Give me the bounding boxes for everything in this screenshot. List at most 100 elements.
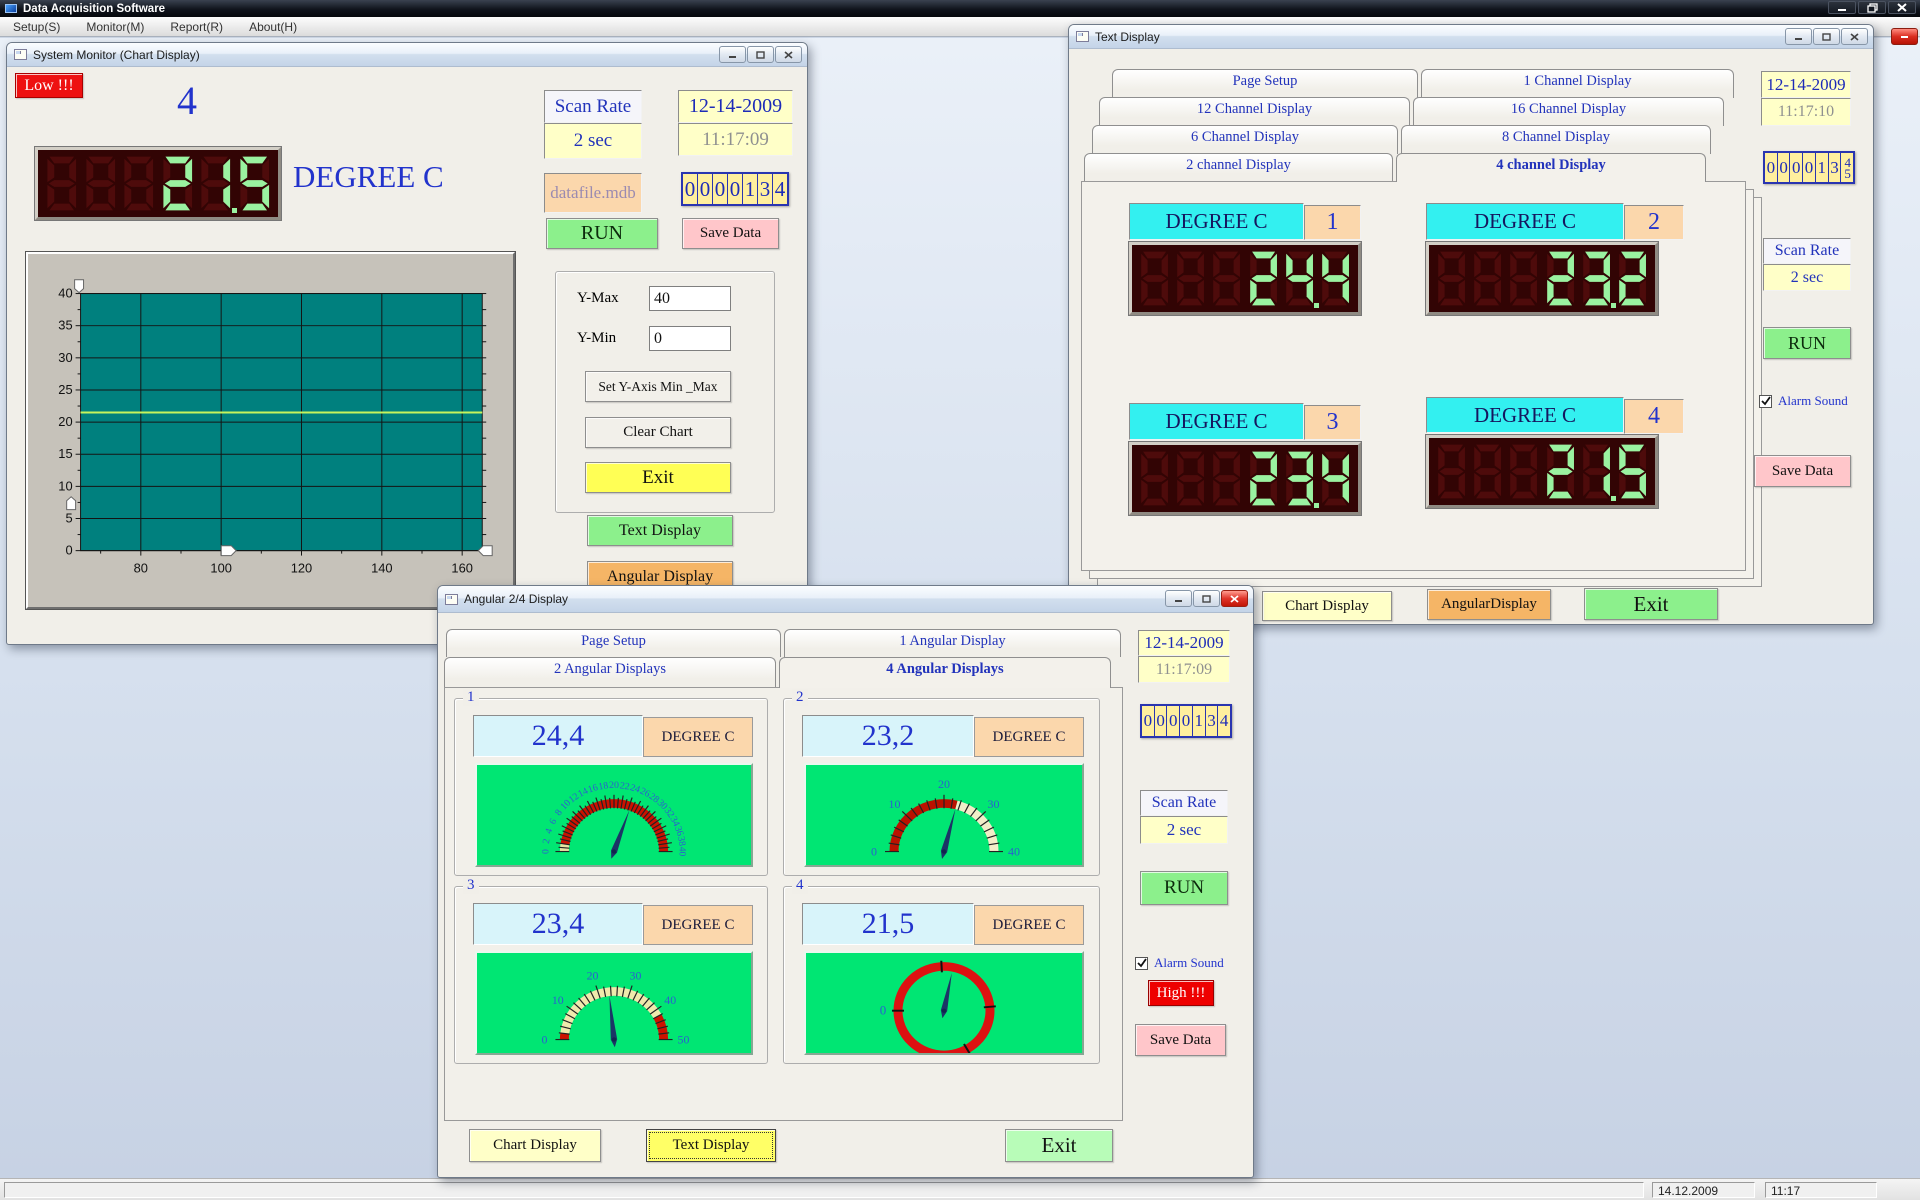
run-button[interactable]: RUN bbox=[1140, 871, 1228, 905]
menu-setup[interactable]: Setup(S) bbox=[0, 18, 73, 36]
alarm-sound-checkbox[interactable] bbox=[1135, 956, 1148, 970]
save-data-button[interactable]: Save Data bbox=[1754, 455, 1851, 487]
sample-counter: 0 0 0 0 1 3 4 bbox=[681, 172, 789, 206]
tab-2-angular[interactable]: 2 Angular Displays bbox=[444, 657, 776, 688]
close-button[interactable] bbox=[775, 46, 802, 63]
text-window-titlebar[interactable]: Text Display bbox=[1069, 25, 1873, 49]
time-field: 11:17:09 bbox=[1138, 656, 1230, 683]
tab-1-channel[interactable]: 1 Channel Display bbox=[1421, 69, 1734, 98]
unit-label: DEGREE C bbox=[293, 159, 444, 194]
tab-16-channel[interactable]: 16 Channel Display bbox=[1413, 97, 1724, 126]
counter-digit: 0 bbox=[1803, 153, 1816, 182]
gauge-group-2: 2 23,2 DEGREE C 0 10 20 30 40 bbox=[783, 689, 1100, 876]
svg-text:50: 50 bbox=[678, 1034, 690, 1047]
run-button[interactable]: RUN bbox=[1763, 327, 1851, 359]
angular-window-title: Angular 2/4 Display bbox=[464, 592, 569, 606]
app-restore-button[interactable] bbox=[1858, 1, 1886, 14]
minimize-button[interactable] bbox=[719, 46, 746, 63]
alarm-sound-checkbox[interactable] bbox=[1759, 394, 1772, 408]
alarm-sound-label: Alarm Sound bbox=[1778, 393, 1848, 408]
clear-chart-button[interactable]: Clear Chart bbox=[585, 417, 731, 448]
tab-page-setup[interactable]: Page Setup bbox=[1112, 69, 1418, 98]
alarm-sound-row: Alarm Sound bbox=[1135, 955, 1224, 971]
y-max-input[interactable] bbox=[649, 286, 731, 311]
menu-about[interactable]: About(H) bbox=[236, 18, 310, 36]
channel-unit-label: DEGREE C bbox=[1426, 203, 1624, 240]
alarm-sound-label: Alarm Sound bbox=[1154, 955, 1224, 970]
svg-text:20: 20 bbox=[587, 970, 599, 983]
app-icon bbox=[5, 4, 17, 13]
exit-button[interactable]: Exit bbox=[1005, 1129, 1113, 1162]
svg-text:0: 0 bbox=[540, 849, 551, 854]
channel-led-display bbox=[1129, 242, 1361, 315]
maximize-button[interactable] bbox=[1193, 590, 1220, 607]
maximize-button[interactable] bbox=[1813, 28, 1840, 45]
run-button[interactable]: RUN bbox=[546, 218, 658, 249]
gauge-group-number: 1 bbox=[463, 689, 479, 706]
counter-digit: 0 bbox=[1154, 706, 1168, 736]
angular-display-window: Angular 2/4 Display Page Setup 1 Angular… bbox=[437, 585, 1254, 1178]
tab-8-channel[interactable]: 8 Channel Display bbox=[1401, 125, 1711, 154]
minimize-button[interactable] bbox=[1165, 590, 1192, 607]
chart-display-window: System Monitor (Chart Display) Low !!! 4… bbox=[6, 42, 808, 645]
set-axis-button[interactable]: Set Y-Axis Min _Max bbox=[585, 371, 731, 402]
close-button[interactable] bbox=[1841, 28, 1868, 45]
channel-unit-label: DEGREE C bbox=[1129, 203, 1304, 240]
tab-2-channel[interactable]: 2 channel Display bbox=[1084, 153, 1393, 182]
gauge-unit: DEGREE C bbox=[643, 717, 753, 757]
angular-display-button[interactable]: AngularDisplay bbox=[1427, 589, 1551, 620]
angular-window-titlebar[interactable]: Angular 2/4 Display bbox=[438, 586, 1253, 613]
maximize-button[interactable] bbox=[747, 46, 774, 63]
exit-button[interactable]: Exit bbox=[1584, 588, 1718, 620]
svg-text:40: 40 bbox=[1008, 846, 1020, 859]
svg-text:0: 0 bbox=[871, 846, 877, 859]
counter-digit: 0 bbox=[683, 174, 698, 204]
svg-text:10: 10 bbox=[889, 798, 901, 811]
text-display-button[interactable]: Text Display bbox=[646, 1129, 776, 1162]
save-data-button[interactable]: Save Data bbox=[1135, 1024, 1226, 1056]
svg-text:20: 20 bbox=[938, 778, 950, 791]
svg-text:18: 18 bbox=[598, 780, 610, 792]
counter-digit: 0 bbox=[1777, 153, 1791, 182]
counter-digit: 0 bbox=[1765, 153, 1778, 182]
tab-4-angular[interactable]: 4 Angular Displays bbox=[779, 657, 1111, 688]
app-close-button[interactable] bbox=[1888, 1, 1916, 14]
main-titlebar[interactable]: Data Acquisition Software bbox=[0, 0, 1920, 17]
channel-number-badge: 1 bbox=[1304, 205, 1361, 240]
gauge-value: 21,5 bbox=[802, 903, 974, 945]
tab-1-angular[interactable]: 1 Angular Display bbox=[784, 629, 1121, 657]
close-button[interactable] bbox=[1221, 590, 1248, 607]
chart-display-button[interactable]: Chart Display bbox=[1262, 591, 1392, 621]
hidden-window-close-button[interactable] bbox=[1891, 28, 1918, 45]
high-alarm-badge: High !!! bbox=[1148, 980, 1214, 1006]
minimize-button[interactable] bbox=[1785, 28, 1812, 45]
chart-window-titlebar[interactable]: System Monitor (Chart Display) bbox=[7, 43, 807, 67]
app-minimize-button[interactable] bbox=[1828, 1, 1856, 14]
channel-led-display bbox=[1129, 442, 1361, 515]
text-display-button[interactable]: Text Display bbox=[587, 515, 733, 546]
exit-button[interactable]: Exit bbox=[585, 462, 731, 493]
tab-page-setup[interactable]: Page Setup bbox=[446, 629, 781, 657]
menu-report[interactable]: Report(R) bbox=[157, 18, 236, 36]
angular-gauge: 0 bbox=[804, 951, 1084, 1055]
text-display-window: Text Display Page Setup 1 Channel Displa… bbox=[1068, 24, 1874, 625]
angular-gauge: 0 10 20 30 40 50 bbox=[475, 951, 753, 1055]
scan-rate-value: 2 sec bbox=[1140, 816, 1228, 844]
menu-monitor[interactable]: Monitor(M) bbox=[73, 18, 157, 36]
tab-6-channel[interactable]: 6 Channel Display bbox=[1092, 125, 1398, 154]
scan-rate-label: Scan Rate bbox=[544, 90, 642, 123]
tab-12-channel[interactable]: 12 Channel Display bbox=[1099, 97, 1410, 126]
sample-counter: 0 0 0 0 1 3 4 bbox=[1140, 704, 1232, 738]
counter-digit: 0 bbox=[1167, 706, 1181, 736]
scan-rate-label: Scan Rate bbox=[1763, 238, 1851, 264]
save-data-button[interactable]: Save Data bbox=[682, 218, 779, 249]
channel-number: 4 bbox=[177, 78, 197, 123]
scan-rate-value: 2 sec bbox=[544, 123, 642, 159]
gauge-value: 23,2 bbox=[802, 715, 974, 757]
svg-text:20: 20 bbox=[58, 414, 72, 429]
y-min-input[interactable] bbox=[649, 326, 731, 351]
chart-canvas[interactable]: 0 5 10 15 20 25 30 35 40 80 100 120 140 160 bbox=[26, 252, 515, 609]
chart-display-button[interactable]: Chart Display bbox=[469, 1129, 601, 1162]
counter-rolling-digit: 45 bbox=[1841, 153, 1854, 182]
tab-4-channel[interactable]: 4 channel Display bbox=[1396, 153, 1706, 182]
